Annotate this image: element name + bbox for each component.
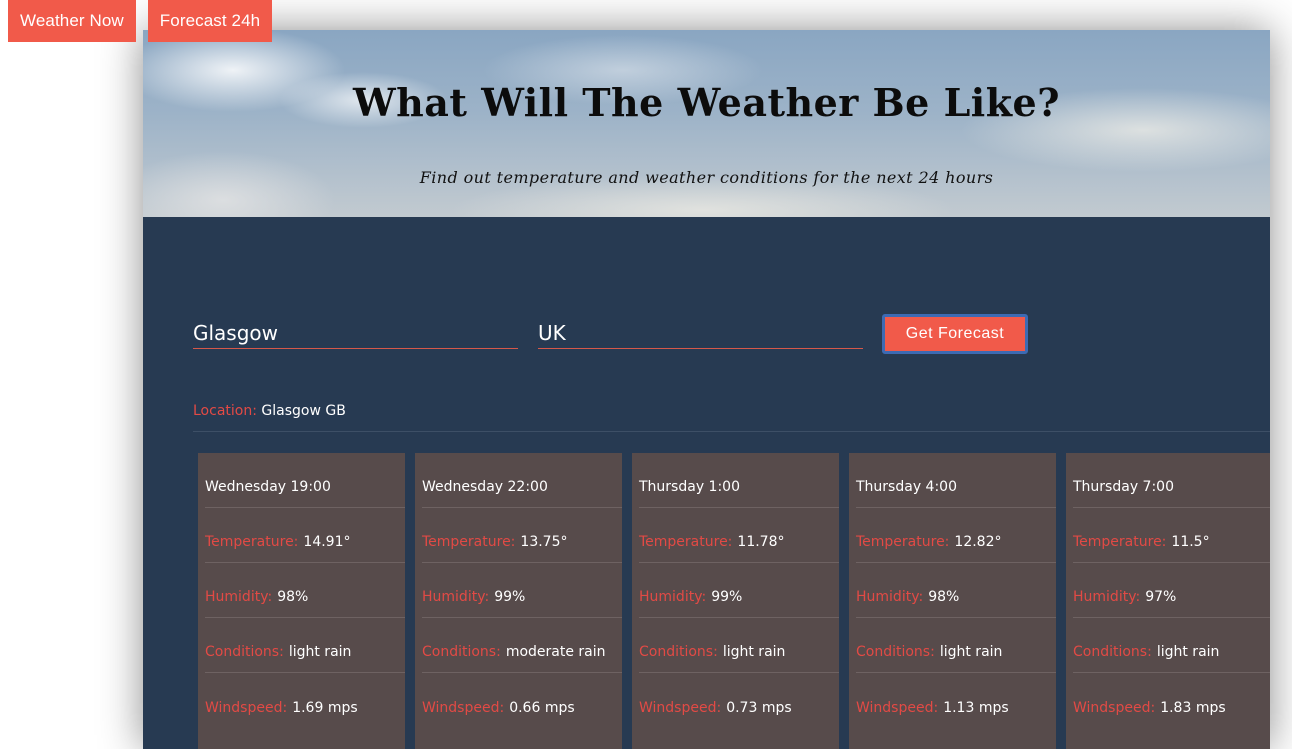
time-value: Thursday 7:00 xyxy=(1073,479,1174,495)
page-subtitle: Find out temperature and weather conditi… xyxy=(419,168,994,187)
humidity-value: 98% xyxy=(277,589,309,605)
get-forecast-button[interactable]: Get Forecast xyxy=(882,314,1028,354)
top-nav: Weather Now Forecast 24h xyxy=(8,0,273,42)
forecast-card: Wednesday 22:00 Temperature: 13.75° Humid… xyxy=(415,453,622,749)
humidity-value: 98% xyxy=(928,589,960,605)
temperature-value: 14.91° xyxy=(303,534,351,550)
windspeed-label: Windspeed: xyxy=(856,699,939,716)
conditions-value: light rain xyxy=(288,644,352,660)
card-humidity: Humidity: 98% xyxy=(856,563,1056,618)
forecast-card: Thursday 1:00 Temperature: 11.78° Humidit… xyxy=(632,453,839,749)
time-value: Wednesday 19:00 xyxy=(205,479,331,495)
card-time: Wednesday 22:00 xyxy=(422,453,622,508)
temperature-value: 11.78° xyxy=(737,534,785,550)
card-humidity: Humidity: 99% xyxy=(639,563,839,618)
temperature-value: 12.82° xyxy=(954,534,1002,550)
conditions-value: moderate rain xyxy=(505,644,606,660)
card-temperature: Temperature: 14.91° xyxy=(205,508,405,563)
temperature-label: Temperature: xyxy=(1073,534,1167,550)
card-conditions: Conditions: light rain xyxy=(1073,618,1270,673)
conditions-label: Conditions: xyxy=(205,644,284,660)
card-time: Thursday 4:00 xyxy=(856,453,1056,508)
temperature-label: Temperature: xyxy=(639,534,733,550)
windspeed-value: 0.73 mps xyxy=(726,699,792,716)
card-temperature: Temperature: 12.82° xyxy=(856,508,1056,563)
temperature-value: 13.75° xyxy=(520,534,568,550)
card-time: Thursday 1:00 xyxy=(639,453,839,508)
card-windspeed: Windspeed: 1.69 mps xyxy=(205,673,405,728)
windspeed-label: Windspeed: xyxy=(1073,699,1156,716)
humidity-label: Humidity: xyxy=(1073,589,1141,605)
card-temperature: Temperature: 11.78° xyxy=(639,508,839,563)
temperature-label: Temperature: xyxy=(856,534,950,550)
location-label: Location: xyxy=(193,403,257,419)
forecast-card: Thursday 7:00 Temperature: 11.5° Humidity… xyxy=(1066,453,1270,749)
humidity-label: Humidity: xyxy=(422,589,490,605)
forecast-card: Thursday 4:00 Temperature: 12.82° Humidit… xyxy=(849,453,1056,749)
conditions-value: light rain xyxy=(939,644,1003,660)
card-conditions: Conditions: light rain xyxy=(639,618,839,673)
humidity-label: Humidity: xyxy=(856,589,924,605)
forecast-24h-button[interactable]: Forecast 24h xyxy=(147,0,273,42)
windspeed-value: 1.83 mps xyxy=(1160,699,1226,716)
card-humidity: Humidity: 97% xyxy=(1073,563,1270,618)
windspeed-label: Windspeed: xyxy=(639,699,722,716)
divider xyxy=(193,431,1270,432)
card-humidity: Humidity: 98% xyxy=(205,563,405,618)
conditions-label: Conditions: xyxy=(639,644,718,660)
country-input[interactable] xyxy=(538,317,863,349)
city-input[interactable] xyxy=(193,317,518,349)
humidity-label: Humidity: xyxy=(639,589,707,605)
conditions-label: Conditions: xyxy=(1073,644,1152,660)
card-temperature: Temperature: 11.5° xyxy=(1073,508,1270,563)
humidity-value: 97% xyxy=(1145,589,1177,605)
time-value: Thursday 4:00 xyxy=(856,479,957,495)
card-humidity: Humidity: 99% xyxy=(422,563,622,618)
forecast-cards: Wednesday 19:00 Temperature: 14.91° Humid… xyxy=(198,453,1270,749)
hero-banner: What Will The Weather Be Like? Find out … xyxy=(143,30,1270,217)
page-title: What Will The Weather Be Like? xyxy=(353,80,1060,125)
weather-now-button[interactable]: Weather Now xyxy=(8,0,136,42)
humidity-value: 99% xyxy=(494,589,526,605)
card-windspeed: Windspeed: 1.13 mps xyxy=(856,673,1056,728)
card-conditions: Conditions: light rain xyxy=(856,618,1056,673)
humidity-label: Humidity: xyxy=(205,589,273,605)
card-windspeed: Windspeed: 0.73 mps xyxy=(639,673,839,728)
card-temperature: Temperature: 13.75° xyxy=(422,508,622,563)
humidity-value: 99% xyxy=(711,589,743,605)
card-windspeed: Windspeed: 0.66 mps xyxy=(422,673,622,728)
card-time: Wednesday 19:00 xyxy=(205,453,405,508)
windspeed-label: Windspeed: xyxy=(422,699,505,716)
windspeed-value: 1.69 mps xyxy=(292,699,358,716)
card-windspeed: Windspeed: 1.83 mps xyxy=(1073,673,1270,728)
forecast-card: Wednesday 19:00 Temperature: 14.91° Humid… xyxy=(198,453,405,749)
card-conditions: Conditions: light rain xyxy=(205,618,405,673)
conditions-value: light rain xyxy=(1156,644,1220,660)
windspeed-value: 0.66 mps xyxy=(509,699,575,716)
windspeed-value: 1.13 mps xyxy=(943,699,1009,716)
forecast-panel: What Will The Weather Be Like? Find out … xyxy=(143,30,1270,749)
time-value: Thursday 1:00 xyxy=(639,479,740,495)
conditions-label: Conditions: xyxy=(856,644,935,660)
location-value: Glasgow GB xyxy=(261,403,346,419)
card-time: Thursday 7:00 xyxy=(1073,453,1270,508)
time-value: Wednesday 22:00 xyxy=(422,479,548,495)
temperature-label: Temperature: xyxy=(205,534,299,550)
temperature-label: Temperature: xyxy=(422,534,516,550)
card-conditions: Conditions: moderate rain xyxy=(422,618,622,673)
location-line: Location: Glasgow GB xyxy=(193,403,346,419)
windspeed-label: Windspeed: xyxy=(205,699,288,716)
temperature-value: 11.5° xyxy=(1171,534,1210,550)
conditions-value: light rain xyxy=(722,644,786,660)
conditions-label: Conditions: xyxy=(422,644,501,660)
